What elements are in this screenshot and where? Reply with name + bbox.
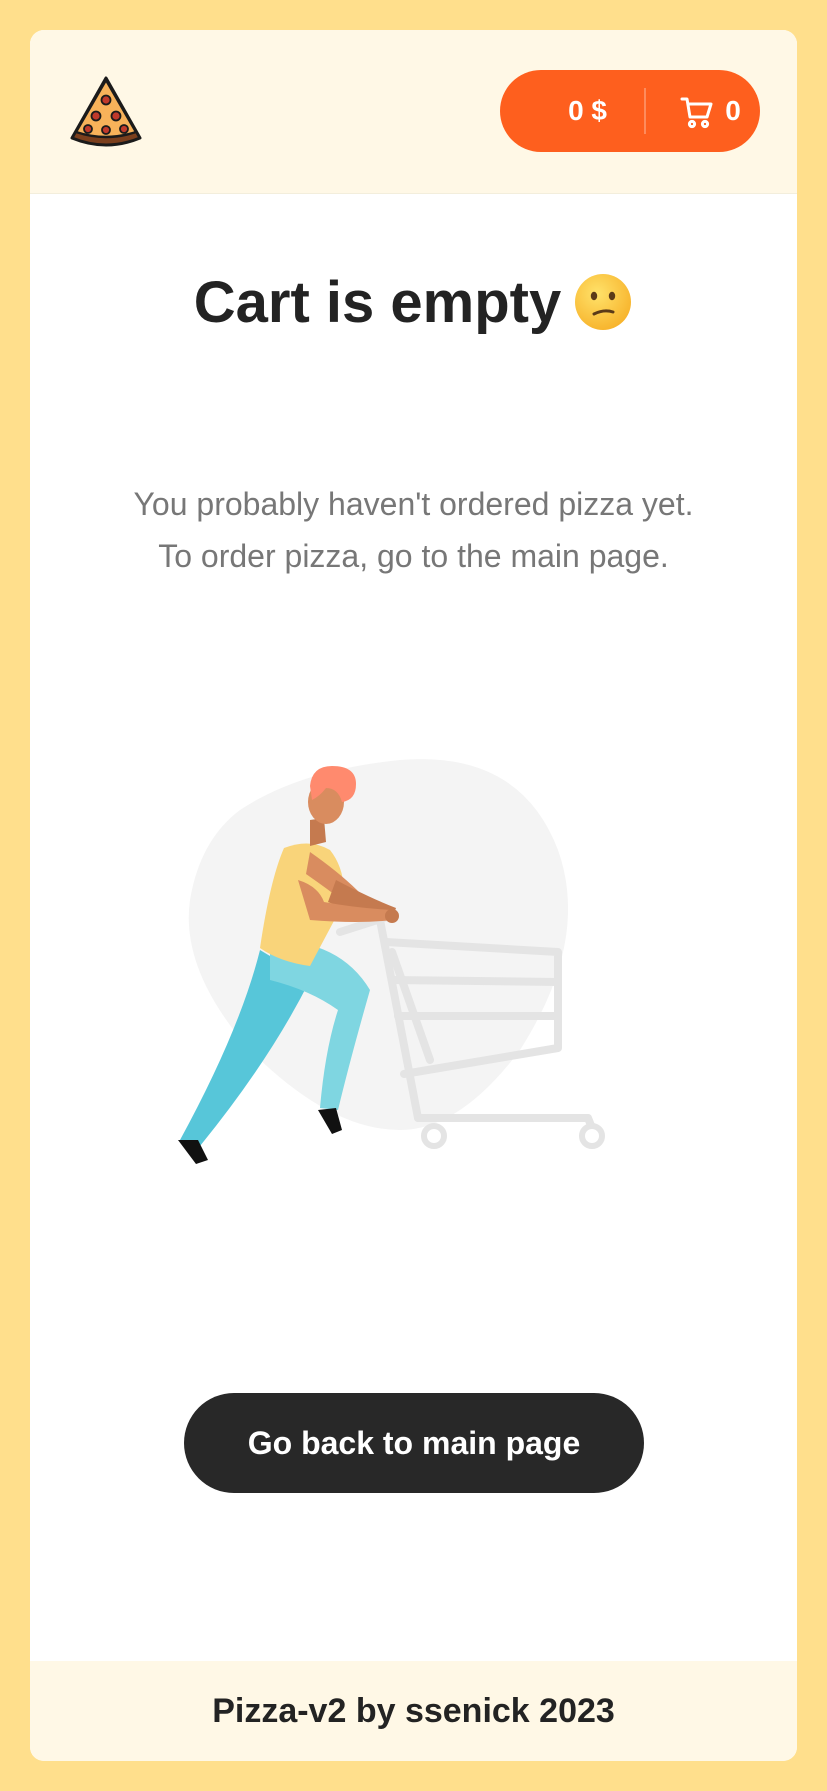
page-title: Cart is empty (30, 268, 797, 338)
header: 0 $ 0 (30, 30, 797, 194)
pizza-logo-icon[interactable] (66, 72, 146, 152)
empty-cart-illustration (160, 730, 720, 1200)
description-line-1: You probably haven't ordered pizza yet. (133, 486, 694, 522)
cart-divider (644, 88, 646, 134)
cart-button[interactable]: 0 $ 0 (500, 70, 760, 152)
footer-credit: Pizza-v2 by ssenick 2023 (212, 1692, 615, 1730)
page-title-text: Cart is empty (193, 270, 562, 335)
cart-item-count: 0 (725, 95, 741, 126)
description-line-2: To order pizza, go to the main page. (158, 538, 669, 574)
footer: Pizza-v2 by ssenick 2023 (30, 1661, 797, 1761)
go-back-button[interactable]: Go back to main page (184, 1393, 644, 1493)
empty-cart-description: You probably haven't ordered pizza yet. … (30, 478, 797, 582)
confused-face-emoji-icon (573, 272, 633, 332)
page-container: 0 $ 0 Cart is empty You probably haven't… (30, 30, 797, 1761)
shopping-cart-icon (680, 95, 714, 129)
cart-total-price: 0 $ (568, 95, 607, 126)
